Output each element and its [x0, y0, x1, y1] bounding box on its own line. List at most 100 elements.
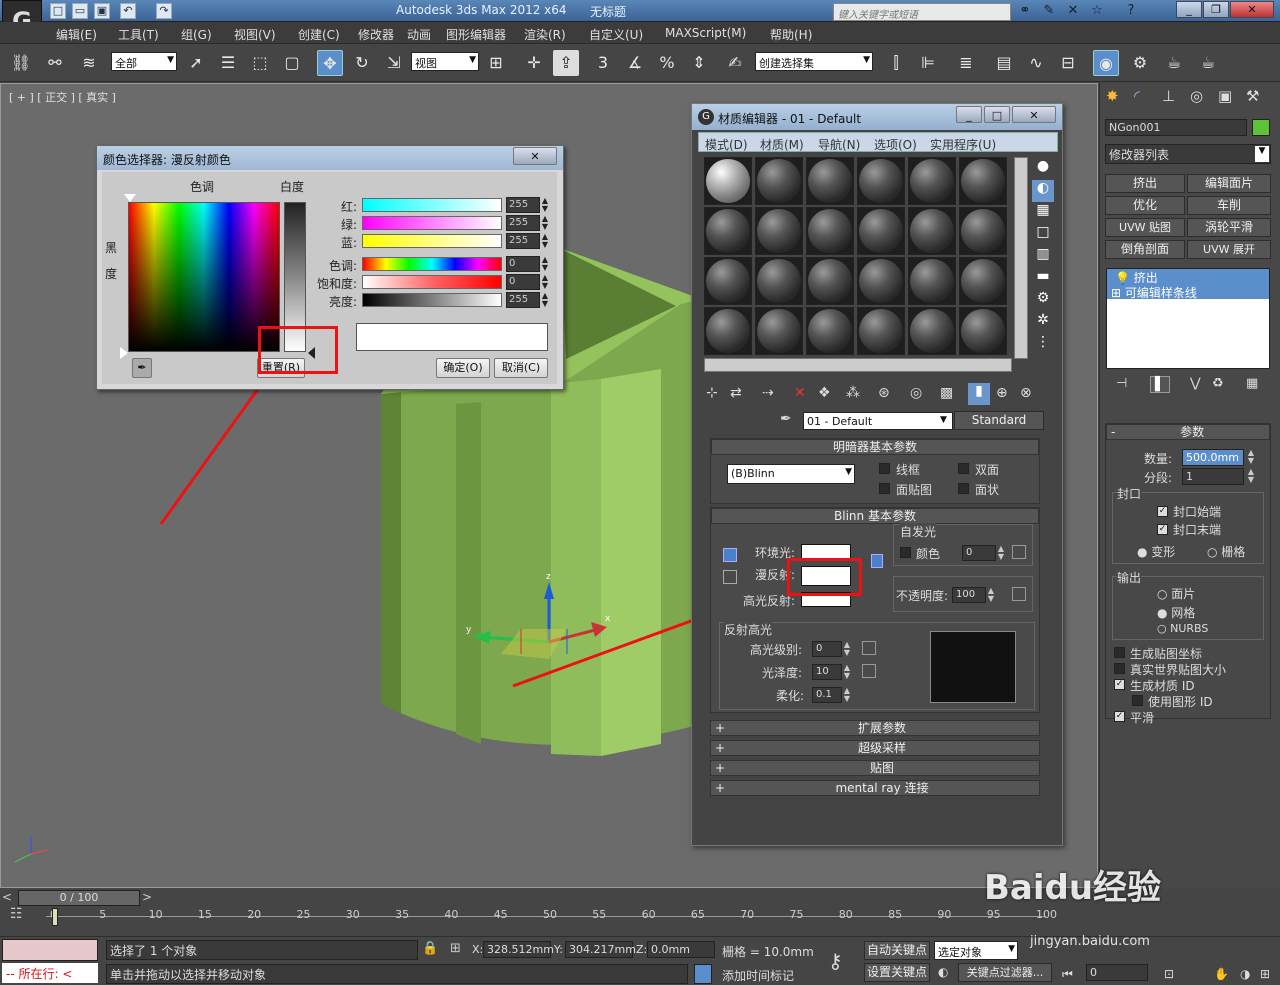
bind-spacewarp-icon[interactable]: ≋ [76, 50, 102, 76]
two-sided-checkbox[interactable] [958, 463, 969, 474]
edit-named-sel-icon[interactable]: ✍ [722, 50, 748, 76]
expand-icon[interactable]: ⊞ [1111, 286, 1125, 300]
saturation-spinner[interactable]: 0 [506, 274, 540, 290]
align-icon[interactable]: ⊫ [915, 50, 941, 76]
mod-turbosmooth-button[interactable]: 涡轮平滑 [1187, 218, 1271, 237]
material-sample-slot[interactable] [908, 257, 956, 305]
menu-help[interactable]: 帮助(H) [770, 26, 812, 43]
menu-view[interactable]: 视图(V) [234, 26, 276, 43]
mesh-radio[interactable]: ● 网格 [1157, 604, 1195, 621]
slots-hscrollbar[interactable] [704, 358, 1012, 372]
blinn-rollout-header[interactable]: Blinn 基本参数 [711, 508, 1039, 524]
show-end-result-icon[interactable]: ▮ [968, 383, 990, 405]
shader-rollout-header[interactable]: 明暗器基本参数 [711, 439, 1039, 455]
display-tab-icon[interactable]: ▣ [1218, 87, 1232, 105]
mod-bevel-profile-button[interactable]: 倒角剖面 [1105, 240, 1185, 259]
graphite-icon[interactable]: ▤ [991, 50, 1017, 76]
material-sample-slot[interactable] [755, 207, 803, 255]
value-spinner[interactable]: 255 [506, 292, 540, 308]
material-sample-slot[interactable] [704, 257, 752, 305]
material-map-navigator-icon[interactable]: ⋮ [1032, 334, 1054, 356]
material-sample-slot[interactable] [959, 157, 1007, 205]
rendered-frame-icon[interactable]: ☕ [1161, 50, 1187, 76]
menu-edit[interactable]: 编辑(E) [56, 26, 97, 43]
select-manipulate-icon[interactable]: ✛ [521, 50, 547, 76]
select-object-icon[interactable]: ➚ [183, 50, 209, 76]
faceted-checkbox[interactable] [958, 483, 969, 494]
configure-sets-icon[interactable]: ▦ [1246, 376, 1258, 391]
menu-rendering[interactable]: 渲染(R) [524, 26, 566, 43]
lock-specular-icon[interactable] [723, 570, 737, 584]
grid-radio[interactable]: ○ 栅格 [1207, 543, 1245, 560]
add-time-tag-label[interactable]: 添加时间标记 [722, 967, 794, 984]
cap-end-checkbox[interactable]: ✓ [1157, 524, 1168, 535]
put-to-library-icon[interactable]: ⊛ [878, 385, 890, 401]
hue-spinner-arrows[interactable]: ▲ ▼ [540, 256, 550, 272]
material-sample-slot[interactable] [959, 207, 1007, 255]
soften-arrows[interactable]: ▲ ▼ [842, 687, 852, 703]
me-maximize-button[interactable]: □ [984, 106, 1010, 123]
material-sample-slot[interactable] [704, 307, 752, 355]
make-unique-icon[interactable]: ⁂ [846, 385, 860, 401]
me-menu-utilities[interactable]: 实用程序(U) [930, 136, 996, 153]
bulb-icon[interactable]: 💡 [1115, 271, 1134, 285]
y-coord-field[interactable]: 304.217mm [565, 941, 636, 958]
sample-type-icon[interactable]: ● [1032, 158, 1054, 180]
spec-level-value[interactable]: 0 [812, 641, 842, 657]
restore-button[interactable]: ❐ [1203, 1, 1229, 18]
copy-material-icon[interactable]: ❖ [818, 385, 831, 401]
red-spinner[interactable]: 255 [506, 197, 540, 213]
undo-icon[interactable]: ↶ [120, 3, 136, 19]
material-editor-icon[interactable]: ◉ [1093, 50, 1119, 76]
cap-start-checkbox[interactable]: ✓ [1157, 506, 1168, 517]
soften-value[interactable]: 0.1 [812, 687, 842, 703]
menu-create[interactable]: 创建(C) [298, 26, 340, 43]
motion-tab-icon[interactable]: ◎ [1190, 87, 1203, 105]
set-key-button[interactable]: 设置关键点 [864, 963, 930, 982]
select-by-name-icon[interactable]: ☰ [215, 50, 241, 76]
uv-tiling-icon[interactable]: □ [1032, 224, 1054, 246]
go-to-start-icon[interactable]: ⏮ [1062, 967, 1073, 982]
gloss-value[interactable]: 10 [812, 664, 842, 680]
stack-item-extrude[interactable]: 💡 挤出 [1107, 269, 1269, 285]
material-sample-slot[interactable] [755, 157, 803, 205]
select-move-icon[interactable]: ✥ [317, 50, 343, 76]
maxscript-listener-mini[interactable] [2, 939, 98, 961]
opacity-map-button[interactable] [1012, 587, 1026, 601]
make-preview-icon[interactable]: ▬ [1032, 268, 1054, 290]
material-sample-slot[interactable] [806, 257, 854, 305]
material-id-icon[interactable]: ◎ [910, 385, 922, 401]
mod-extrude-button[interactable]: 挤出 [1105, 174, 1185, 193]
tools-icon[interactable]: ✎ [1040, 3, 1058, 19]
mod-lathe-button[interactable]: 车削 [1187, 196, 1271, 215]
key-filters-button[interactable]: 关键点过滤器... [958, 963, 1052, 982]
modify-tab-icon[interactable]: ◜ [1134, 87, 1140, 105]
material-sample-slot[interactable] [959, 257, 1007, 305]
close-button[interactable]: ✕ [1230, 1, 1274, 18]
create-tab-icon[interactable]: ✸ [1106, 87, 1119, 105]
new-file-icon[interactable]: □ [50, 3, 66, 19]
segments-field[interactable]: 1 [1182, 468, 1244, 485]
material-sample-slot[interactable] [806, 157, 854, 205]
put-to-scene-icon[interactable]: ⇄ [730, 385, 742, 401]
parameters-rollout-header[interactable]: - 参数 [1106, 424, 1270, 440]
mod-edit-patch-button[interactable]: 编辑面片 [1187, 174, 1271, 193]
material-name-dropdown-icon[interactable]: ▼ [940, 415, 947, 425]
blue-spinner-arrows[interactable]: ▲ ▼ [540, 233, 550, 249]
options-icon[interactable]: ⚙ [1032, 290, 1054, 312]
saturation-slider[interactable] [362, 275, 502, 289]
self-illum-spinner-arrows[interactable]: ▲ ▼ [996, 545, 1006, 561]
open-file-icon[interactable]: ▭ [72, 3, 88, 19]
value-spinner-arrows[interactable]: ▲ ▼ [540, 292, 550, 308]
value-slider[interactable] [362, 293, 502, 307]
me-close-button[interactable]: ✕ [1012, 106, 1056, 123]
material-sample-slot[interactable] [857, 207, 905, 255]
maps-rollout[interactable]: + 贴图 [710, 760, 1040, 776]
me-menu-navigation[interactable]: 导航(N) [818, 136, 860, 153]
angle-snap-icon[interactable]: ∡ [622, 50, 648, 76]
eyedropper-icon[interactable]: ✒ [132, 358, 152, 378]
slots-vscrollbar[interactable] [1014, 157, 1028, 359]
key-mode-dropdown[interactable]: 选定对象 [934, 941, 1018, 960]
ok-button[interactable]: 确定(O) [436, 358, 490, 378]
me-menu-options[interactable]: 选项(O) [874, 136, 917, 153]
